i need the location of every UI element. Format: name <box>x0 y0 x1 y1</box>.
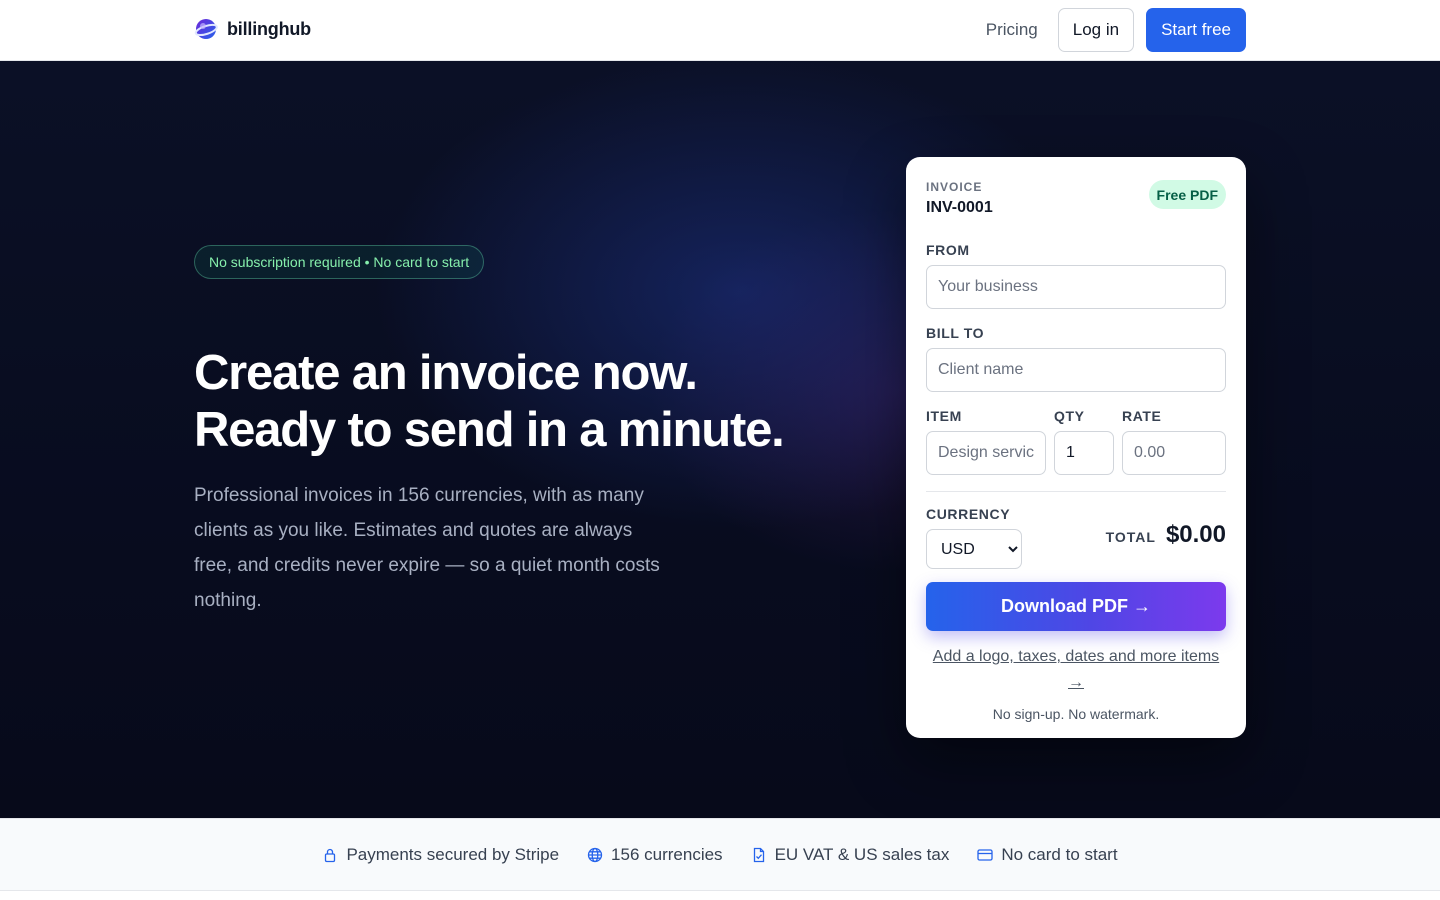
hero-section: No subscription required • No card to st… <box>0 61 1440 818</box>
total-label: TOTAL <box>1105 529 1156 545</box>
header-nav: Pricing Log in Start free <box>986 8 1246 52</box>
from-input[interactable] <box>926 265 1226 309</box>
trust-item-no-card: No card to start <box>977 844 1118 865</box>
hero-subcopy: Professional invoices in 156 currencies,… <box>194 485 660 611</box>
document-check-icon <box>753 847 764 862</box>
qty-field-group: QTY <box>1054 408 1114 475</box>
line-item-row: ITEM QTY RATE <box>926 408 1226 475</box>
trust-label-currencies: 156 currencies <box>611 844 723 864</box>
headline-line-2: Ready to send in a minute. <box>194 403 785 457</box>
total-value: $0.00 <box>1165 521 1226 548</box>
download-pdf-button[interactable]: Download PDF → <box>926 582 1226 631</box>
rate-field-group: RATE <box>1122 408 1226 475</box>
trust-item-tax: EU VAT & US sales tax <box>751 844 950 865</box>
rate-label: RATE <box>1122 408 1162 424</box>
brand-name: billinghub <box>227 18 311 39</box>
currency-label: CURRENCY <box>926 506 1011 522</box>
trust-label-tax: EU VAT & US sales tax <box>774 844 950 864</box>
bill-to-field-group: BILL TO <box>926 325 1226 392</box>
qty-label: QTY <box>1054 408 1085 424</box>
no-subscription-pill: No subscription required • No card to st… <box>194 245 485 279</box>
start-free-button[interactable]: Start free <box>1146 8 1246 52</box>
invoice-card-header: INVOICE INV-0001 Free PDF <box>926 180 1226 242</box>
item-label: ITEM <box>926 408 962 424</box>
brand[interactable]: billinghub <box>194 17 311 41</box>
bill-to-input[interactable] <box>926 348 1226 392</box>
trust-strip: Payments secured by Stripe 156 currencie… <box>0 818 1440 891</box>
bill-to-label: BILL TO <box>926 325 985 341</box>
headline-line-1: Create an invoice now. <box>194 346 698 400</box>
trust-label-no-card: No card to start <box>1001 844 1118 864</box>
no-signup-note: No sign-up. No watermark. <box>992 706 1160 722</box>
login-button[interactable]: Log in <box>1057 8 1135 52</box>
from-field-group: FROM <box>926 242 1226 309</box>
nav-pricing-link[interactable]: Pricing <box>986 20 1038 40</box>
item-field-group: ITEM <box>926 408 1046 475</box>
from-label: FROM <box>926 242 970 258</box>
billinghub-logo-icon <box>194 19 218 39</box>
invoice-quick-form-card: INVOICE INV-0001 Free PDF FROM BILL TO I… <box>906 157 1246 738</box>
currency-total-row: CURRENCY USD TOTAL $0.00 <box>926 506 1226 569</box>
trust-item-stripe: Payments secured by Stripe <box>322 845 559 865</box>
trust-item-currencies: 156 currencies <box>587 845 723 865</box>
trust-label-stripe: Payments secured by Stripe <box>346 844 560 864</box>
hero-headline: Create an invoice now. Ready to send in … <box>194 345 854 459</box>
currency-select[interactable]: USD <box>926 529 1022 569</box>
more-options-link[interactable]: Add a logo, taxes, dates and more items … <box>926 644 1226 696</box>
card-divider <box>926 491 1226 492</box>
item-input[interactable] <box>926 431 1046 475</box>
top-navigation-bar: billinghub Pricing Log in Start free <box>0 0 1440 61</box>
total-display: TOTAL $0.00 <box>1106 521 1226 549</box>
rate-input[interactable] <box>1122 431 1226 475</box>
globe-icon <box>587 847 603 862</box>
qty-input[interactable] <box>1054 431 1114 475</box>
credit-card-icon <box>977 848 993 861</box>
lock-icon <box>325 848 336 862</box>
free-pdf-badge: Free PDF <box>1148 180 1226 209</box>
